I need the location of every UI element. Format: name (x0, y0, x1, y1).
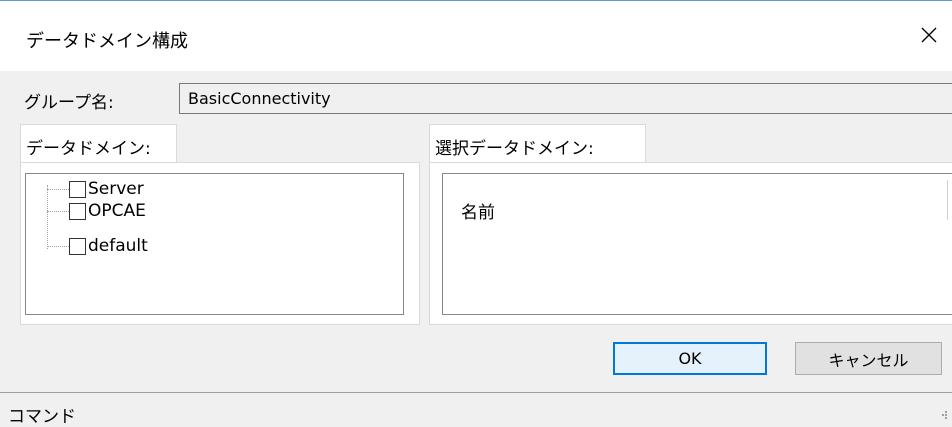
tree-item-server[interactable]: Server (47, 179, 144, 199)
window-title: データドメイン構成 (26, 31, 188, 52)
resize-grip-icon[interactable] (936, 405, 948, 425)
tab-selected-domain[interactable]: 選択データドメイン: (429, 124, 646, 163)
tree-item-opcae[interactable]: OPCAE (47, 201, 146, 221)
tree-item-default[interactable]: default (47, 236, 148, 256)
checkbox-opcae[interactable] (69, 202, 86, 220)
tree-branch-line (47, 210, 69, 212)
close-glyph (921, 27, 937, 43)
cancel-button[interactable]: キャンセル (795, 342, 942, 375)
tree-item-label: OPCAE (88, 201, 146, 221)
title-bar: データドメイン構成 (0, 0, 952, 71)
selected-domain-panel: 名前 (429, 162, 952, 325)
checkbox-server[interactable] (69, 180, 86, 198)
selected-domain-list[interactable]: 名前 (442, 173, 952, 315)
column-divider (947, 180, 948, 220)
checkbox-default[interactable] (69, 237, 86, 255)
tree-branch-line (47, 245, 69, 247)
close-icon[interactable] (906, 15, 952, 55)
tree-item-label: default (88, 236, 148, 256)
command-label: コマンド (8, 407, 76, 427)
divider (0, 392, 952, 393)
tree-item-label: Server (88, 179, 144, 199)
tab-data-domain-label: データドメイン: (26, 139, 151, 159)
group-name-field[interactable]: BasicConnectivity (179, 83, 952, 114)
tab-data-domain[interactable]: データドメイン: (20, 124, 177, 163)
group-name-label: グループ名: (24, 93, 114, 113)
grip-glyph (942, 411, 947, 419)
ok-button[interactable]: OK (613, 342, 767, 375)
column-header-name[interactable]: 名前 (461, 198, 495, 223)
tree-branch-line (47, 188, 69, 190)
tab-selected-domain-label: 選択データドメイン: (435, 139, 594, 159)
